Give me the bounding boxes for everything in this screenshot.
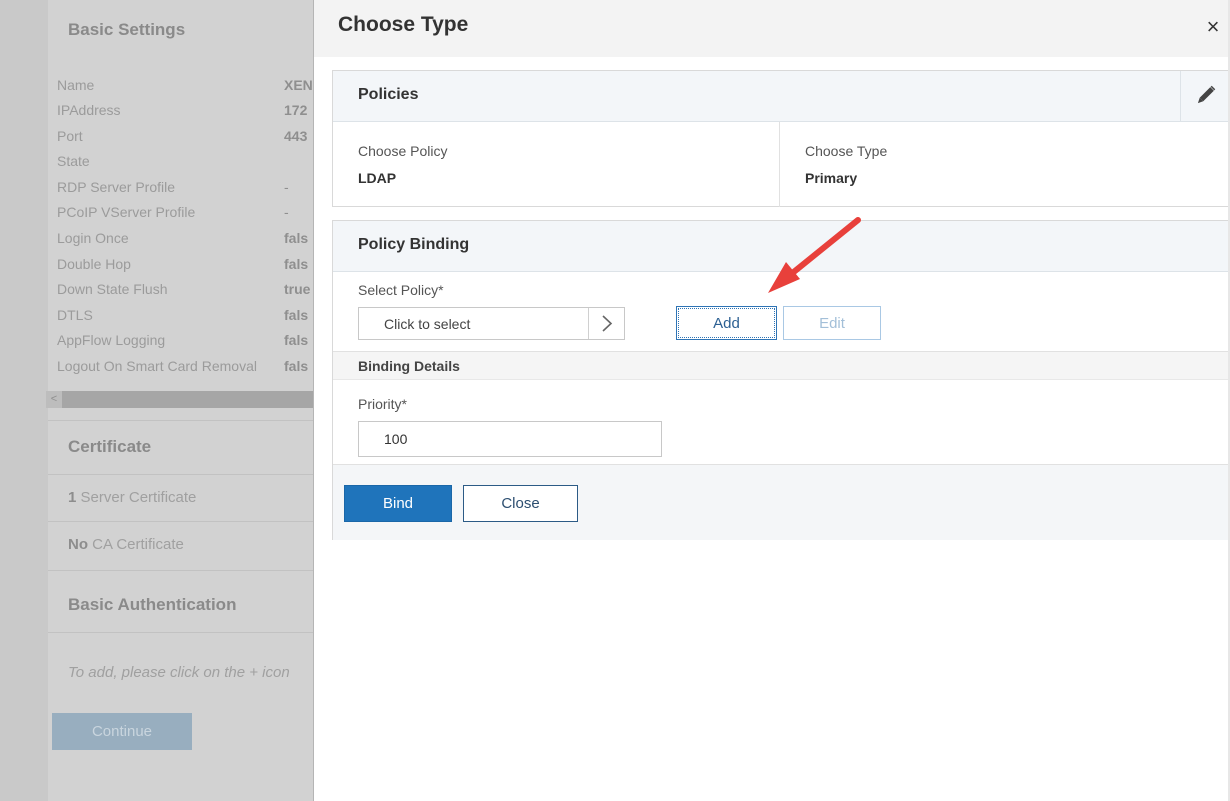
setting-value-rdp-profile: - [284,179,289,195]
choose-policy-cell: Choose Policy LDAP [333,122,780,207]
dialog-actions: Bind Close [333,464,1228,540]
setting-label-pcoip-profile: PCoIP VServer Profile [57,204,196,220]
ca-certificate-label: CA Certificate [92,536,184,553]
setting-value-ipaddress: 172 [284,102,308,118]
policies-header: Policies [333,71,1228,122]
setting-value-login-once: fals [284,230,309,246]
server-certificate-label: Server Certificate [80,489,197,506]
policies-title: Policies [358,86,419,103]
bind-button[interactable]: Bind [344,485,452,522]
edit-policies-button[interactable] [1180,71,1228,122]
binding-details-title: Binding Details [358,358,460,374]
setting-value-pcoip-profile: - [284,204,289,220]
divider [48,474,313,475]
dialog-title: Choose Type [338,13,469,36]
select-policy-label: Select Policy* [358,282,444,298]
basic-authentication-title: Basic Authentication [68,595,237,614]
divider [48,632,313,633]
setting-value-dtls: fals [284,307,309,323]
setting-label-port: Port [57,128,83,144]
add-hint-text: To add, please click on the + icon [68,664,290,681]
choose-policy-value: LDAP [358,170,397,186]
priority-label: Priority* [358,396,408,412]
scroll-left-arrow-icon[interactable]: < [46,391,62,408]
choose-type-label: Choose Type [805,143,888,159]
select-policy-placeholder: Click to select [384,316,471,332]
add-policy-button[interactable]: Add [676,306,777,340]
continue-button[interactable]: Continue [52,713,192,750]
pencil-icon [1197,85,1216,104]
server-certificate-count: 1 [68,489,77,506]
setting-value-name: XEN [284,77,313,93]
setting-label-double-hop: Double Hop [57,256,131,272]
ca-certificate-count: No [68,536,88,553]
setting-label-appflow-logging: AppFlow Logging [57,332,166,348]
choose-policy-label: Choose Policy [358,143,448,159]
setting-value-logout-smart-card: fals [284,358,309,374]
setting-label-rdp-profile: RDP Server Profile [57,179,176,195]
select-policy-chevron[interactable] [588,308,624,339]
setting-label-dtls: DTLS [57,307,93,323]
policy-binding-title: Policy Binding [358,236,470,253]
choose-type-cell: Choose Type Primary [780,122,1228,207]
divider [48,570,313,571]
select-policy-field[interactable]: Click to select [358,307,625,340]
setting-label-ipaddress: IPAddress [57,102,121,118]
divider [48,521,313,522]
policy-binding-section: Policy Binding Select Policy* Click to s… [332,220,1229,540]
policies-section: Policies Choose Policy LDAP Choose Type … [332,70,1229,207]
close-icon[interactable]: × [1203,16,1223,38]
choose-type-value: Primary [805,170,858,186]
priority-input[interactable] [358,421,662,457]
binding-details-header: Binding Details [333,351,1228,380]
divider [48,420,313,421]
close-button[interactable]: Close [463,485,578,522]
choose-type-dialog: Choose Type × Policies Choose Policy LDA… [313,0,1230,801]
setting-value-port: 443 [284,128,308,144]
certificate-title: Certificate [68,437,152,456]
policy-binding-header: Policy Binding [333,221,1228,272]
ca-certificate-link[interactable]: No CA Certificate [68,536,184,553]
chevron-right-icon [602,315,613,332]
setting-value-appflow-logging: fals [284,332,309,348]
setting-value-double-hop: fals [284,256,309,272]
dialog-header: Choose Type × [314,0,1230,57]
horizontal-scrollbar[interactable]: < [46,391,313,408]
setting-label-state: State [57,153,90,169]
background-panel: Basic Settings Name XEN IPAddress 172 Po… [0,0,313,801]
setting-label-logout-smart-card: Logout On Smart Card Removal [57,358,257,374]
server-certificate-link[interactable]: 1 Server Certificate [68,489,196,506]
setting-label-down-state-flush: Down State Flush [57,281,168,297]
setting-label-name: Name [57,77,95,93]
setting-value-down-state-flush: true [284,281,311,297]
edit-policy-button[interactable]: Edit [783,306,881,340]
setting-label-login-once: Login Once [57,230,129,246]
basic-settings-title: Basic Settings [68,20,186,39]
